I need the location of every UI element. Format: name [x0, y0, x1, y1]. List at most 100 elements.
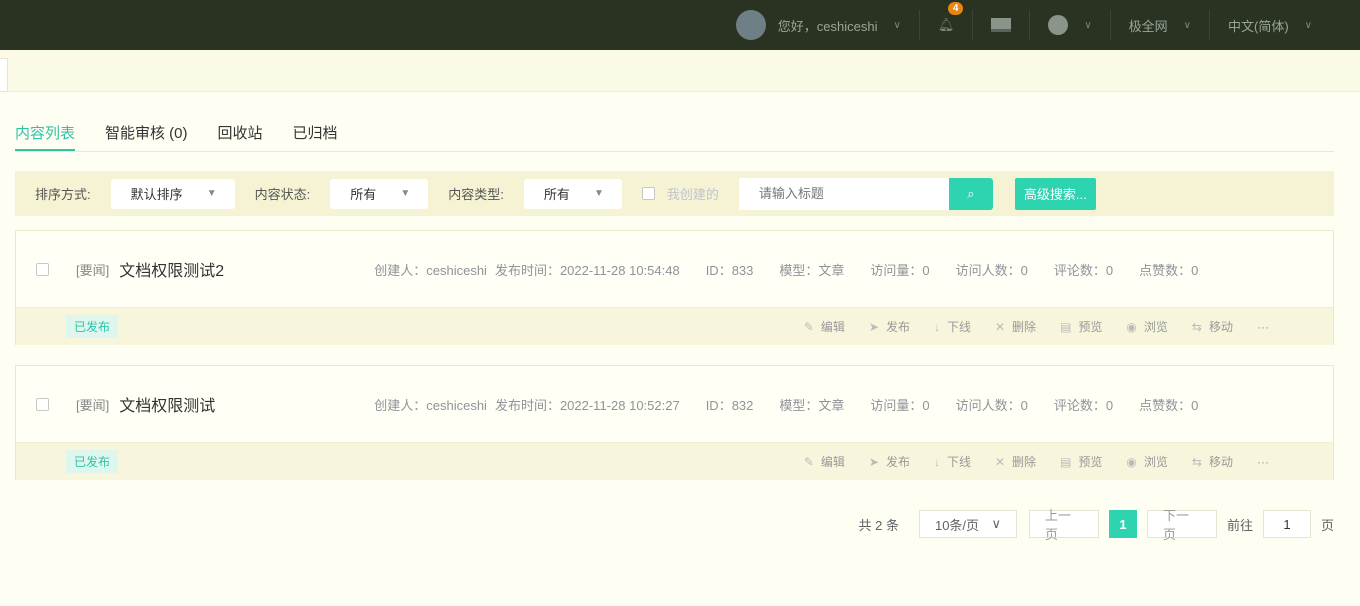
move-button[interactable]: ⇆ 移动 [1192, 318, 1233, 335]
goto-page-input[interactable]: 1 [1262, 510, 1311, 538]
preview-button[interactable]: ▤ 预览 [1060, 318, 1102, 335]
item-likes: 点赞数：0 [1139, 262, 1199, 278]
tab-smart-review[interactable]: 智能审核 (0) [105, 122, 188, 151]
chevron-down-icon: ∨ [893, 19, 901, 31]
monitor-button[interactable] [972, 10, 1029, 40]
edit-button[interactable]: ✎ 编辑 [804, 453, 845, 470]
site-menu[interactable]: 极全网 ∨ [1109, 10, 1209, 40]
palette-icon [1048, 15, 1069, 35]
document-icon: ▤ [1060, 319, 1072, 334]
monitor-icon [991, 18, 1012, 32]
status-select[interactable]: 所有 ▼ [330, 178, 429, 209]
top-bar: 您好，ceshiceshi ∨ 🔔︎ 4 ∨ 极全网 ∨ 中文(简体) ∨ [0, 0, 1360, 50]
delete-button[interactable]: ✕ 删除 [995, 318, 1036, 335]
content-tabs: 内容列表 智能审核 (0) 回收站 已归档 [15, 122, 1334, 152]
item-title[interactable]: 文档权限测试2 [119, 257, 374, 281]
item-time: 发布时间：2022-11-28 10:52:27 [494, 397, 680, 413]
action-label: 浏览 [1143, 455, 1168, 469]
caret-down-icon: ▼ [206, 188, 217, 199]
title-search-input[interactable] [738, 177, 949, 210]
status-label: 内容状态: [254, 187, 311, 202]
item-visitors: 访问人数：0 [955, 397, 1028, 413]
item-id: ID：833 [705, 262, 754, 278]
item-likes: 点赞数：0 [1139, 397, 1199, 413]
advanced-search-button[interactable]: 高级搜索... [1014, 177, 1096, 210]
checkbox[interactable] [641, 187, 655, 200]
edit-icon: ✎ [803, 454, 814, 469]
browse-button[interactable]: ◉ 浏览 [1126, 318, 1168, 335]
type-select[interactable]: 所有 ▼ [523, 178, 622, 209]
offline-button[interactable]: ↓ 下线 [934, 453, 971, 470]
eye-icon: ◉ [1126, 454, 1137, 469]
offline-button[interactable]: ↓ 下线 [934, 318, 971, 335]
more-button[interactable]: ··· [1257, 318, 1269, 335]
bell-icon: 🔔︎ [937, 17, 955, 32]
publish-button[interactable]: ➤ 发布 [869, 453, 910, 470]
page-1-button[interactable]: 1 [1108, 510, 1137, 538]
page-tabs-strip [0, 50, 1360, 92]
download-icon: ↓ [933, 454, 940, 469]
type-value: 所有 [543, 187, 570, 202]
item-visits: 访问量：0 [870, 262, 930, 278]
swap-icon: ⇆ [1191, 454, 1202, 469]
item-model: 模型：文章 [779, 262, 845, 278]
item-checkbox[interactable] [36, 262, 49, 276]
edit-icon: ✎ [803, 319, 814, 334]
site-name: 极全网 [1128, 18, 1168, 34]
move-button[interactable]: ⇆ 移动 [1192, 453, 1233, 470]
action-label: 发布 [885, 320, 910, 334]
sort-label: 排序方式: [35, 187, 91, 202]
status-badge: 已发布 [66, 450, 119, 473]
language-menu[interactable]: 中文(简体) ∨ [1209, 10, 1330, 40]
page-size-select[interactable]: 10条/页 ∨ [918, 510, 1017, 538]
mine-checkbox[interactable]: 我创建的 [641, 184, 719, 203]
item-visitors: 访问人数：0 [955, 262, 1028, 278]
prev-page-button[interactable]: 上一页 [1028, 508, 1099, 542]
eye-icon: ◉ [1126, 319, 1137, 334]
action-label: 浏览 [1143, 320, 1168, 334]
close-icon: ✕ [994, 454, 1006, 469]
search-button[interactable]: ⌕ [948, 177, 993, 210]
tab-recycle-bin[interactable]: 回收站 [218, 122, 263, 151]
page-tab[interactable] [0, 58, 8, 92]
chevron-down-icon: ∨ [1084, 19, 1092, 31]
action-label: 预览 [1078, 455, 1103, 469]
delete-button[interactable]: ✕ 删除 [995, 453, 1036, 470]
content-item: [要闻] 文档权限测试 创建人：ceshiceshi 发布时间：2022-11-… [15, 365, 1334, 480]
more-button[interactable]: ··· [1257, 453, 1269, 470]
pagination: 共 2 条 10条/页 ∨ 上一页 1 下一页 前往 1 页 [859, 508, 1335, 542]
action-label: 预览 [1078, 320, 1103, 334]
item-id: ID：832 [705, 397, 754, 413]
edit-button[interactable]: ✎ 编辑 [804, 318, 845, 335]
chevron-down-icon: ∨ [1183, 19, 1191, 31]
browse-button[interactable]: ◉ 浏览 [1126, 453, 1168, 470]
caret-down-icon: ▼ [593, 188, 604, 199]
sort-select[interactable]: 默认排序 ▼ [110, 178, 235, 209]
mine-label: 我创建的 [666, 187, 719, 202]
action-label: 下线 [946, 455, 971, 469]
next-page-button[interactable]: 下一页 [1146, 508, 1217, 542]
action-label: 下线 [946, 320, 971, 334]
action-label: 移动 [1208, 320, 1233, 334]
type-label: 内容类型: [448, 187, 504, 202]
greeting: 您好，ceshiceshi [777, 18, 878, 34]
item-checkbox[interactable] [36, 397, 49, 411]
preview-button[interactable]: ▤ 预览 [1060, 453, 1102, 470]
theme-menu[interactable]: ∨ [1029, 10, 1109, 40]
notifications-button[interactable]: 🔔︎ 4 [918, 2, 973, 40]
search-box: ⌕ [738, 177, 993, 210]
action-label: 删除 [1012, 320, 1037, 334]
item-tag: [要闻] [76, 397, 110, 413]
search-icon: ⌕ [967, 185, 975, 201]
tab-content-list[interactable]: 内容列表 [15, 122, 76, 151]
item-comments: 评论数：0 [1053, 397, 1114, 413]
publish-button[interactable]: ➤ 发布 [869, 318, 910, 335]
action-label: 编辑 [820, 455, 845, 469]
tab-archived[interactable]: 已归档 [293, 122, 338, 151]
item-title[interactable]: 文档权限测试 [119, 392, 374, 416]
swap-icon: ⇆ [1191, 319, 1202, 334]
action-label: 发布 [885, 455, 910, 469]
document-icon: ▤ [1060, 454, 1072, 469]
user-menu[interactable]: 您好，ceshiceshi ∨ [718, 10, 919, 40]
filter-bar: 排序方式: 默认排序 ▼ 内容状态: 所有 ▼ 内容类型: 所有 ▼ 我创建的 ⌕ 高… [15, 171, 1334, 216]
